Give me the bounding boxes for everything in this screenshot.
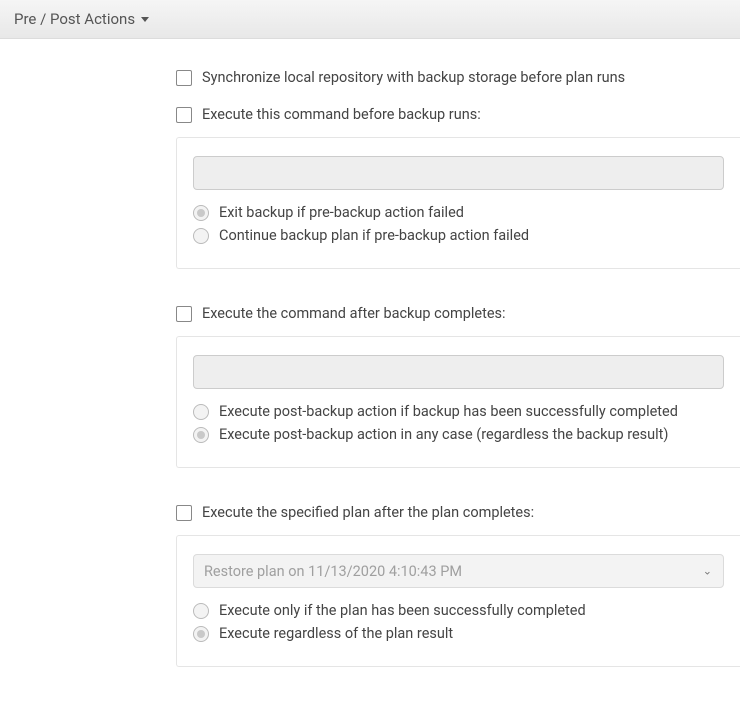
- pre-backup-radio-row-2: Continue backup plan if pre-backup actio…: [193, 227, 724, 244]
- sync-checkbox[interactable]: [176, 70, 192, 86]
- post-backup-radio-row-2: Execute post-backup action in any case (…: [193, 426, 724, 443]
- chain-plan-radio-any[interactable]: [193, 626, 209, 642]
- chain-plan-radio-any-label: Execute regardless of the plan result: [219, 625, 453, 642]
- chain-plan-row: Execute the specified plan after the pla…: [176, 504, 740, 521]
- pre-backup-radio-row-1: Exit backup if pre-backup action failed: [193, 204, 724, 221]
- post-backup-command-input[interactable]: [193, 355, 724, 389]
- post-backup-radio-any-label: Execute post-backup action in any case (…: [219, 426, 668, 443]
- chain-plan-radio-success[interactable]: [193, 603, 209, 619]
- chain-plan-radio-row-1: Execute only if the plan has been succes…: [193, 602, 724, 619]
- chain-plan-panel: Restore plan on 11/13/2020 4:10:43 PM ⌄ …: [176, 535, 740, 667]
- pre-backup-command-input[interactable]: [193, 156, 724, 190]
- post-backup-radio-row-1: Execute post-backup action if backup has…: [193, 403, 724, 420]
- pre-backup-radio-exit[interactable]: [193, 205, 209, 221]
- chain-plan-checkbox[interactable]: [176, 505, 192, 521]
- pre-backup-label: Execute this command before backup runs:: [202, 106, 481, 123]
- section-title: Pre / Post Actions: [14, 10, 135, 28]
- chain-plan-select-wrap: Restore plan on 11/13/2020 4:10:43 PM ⌄: [193, 554, 724, 588]
- chain-plan-radio-success-label: Execute only if the plan has been succes…: [219, 602, 586, 619]
- sync-label: Synchronize local repository with backup…: [202, 69, 625, 86]
- post-backup-row: Execute the command after backup complet…: [176, 305, 740, 322]
- post-backup-radio-success-label: Execute post-backup action if backup has…: [219, 403, 678, 420]
- chain-plan-select[interactable]: Restore plan on 11/13/2020 4:10:43 PM: [193, 554, 724, 588]
- chain-plan-radio-row-2: Execute regardless of the plan result: [193, 625, 724, 642]
- post-backup-panel: Execute post-backup action if backup has…: [176, 336, 740, 468]
- pre-backup-radio-continue-label: Continue backup plan if pre-backup actio…: [219, 227, 529, 244]
- pre-backup-panel: Exit backup if pre-backup action failed …: [176, 137, 740, 269]
- caret-down-icon: [141, 17, 149, 22]
- post-backup-radio-success[interactable]: [193, 404, 209, 420]
- section-header[interactable]: Pre / Post Actions: [0, 0, 740, 39]
- pre-backup-row: Execute this command before backup runs:: [176, 106, 740, 123]
- pre-backup-radio-exit-label: Exit backup if pre-backup action failed: [219, 204, 464, 221]
- post-backup-checkbox[interactable]: [176, 306, 192, 322]
- content-area: Synchronize local repository with backup…: [0, 39, 740, 667]
- pre-backup-checkbox[interactable]: [176, 107, 192, 123]
- sync-row: Synchronize local repository with backup…: [176, 69, 740, 86]
- pre-backup-radio-continue[interactable]: [193, 228, 209, 244]
- post-backup-label: Execute the command after backup complet…: [202, 305, 506, 322]
- chain-plan-label: Execute the specified plan after the pla…: [202, 504, 534, 521]
- post-backup-radio-any[interactable]: [193, 427, 209, 443]
